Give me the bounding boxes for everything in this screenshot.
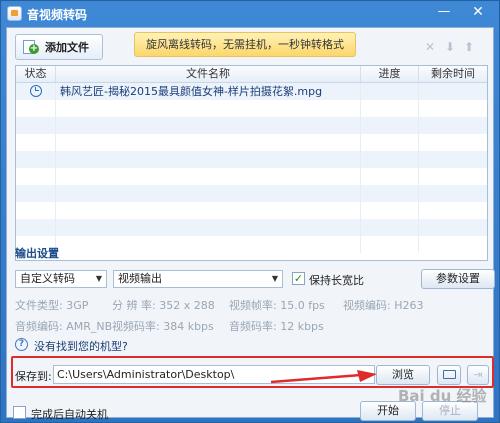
move-down-icon[interactable]: ⬇ (445, 40, 455, 54)
status-cell (16, 83, 56, 100)
table-header: 状态 文件名称 进度 剩余时间 (16, 66, 487, 83)
close-button[interactable]: ✕ (467, 3, 489, 21)
device-not-found-link[interactable]: 没有找到您的机型? (34, 338, 128, 354)
column-progress[interactable]: 进度 (361, 66, 419, 82)
file-table: 状态 文件名称 进度 剩余时间 韩风艺匠-揭秘2015最具颜值女神-样片拍摄花絮… (15, 65, 488, 261)
convert-mode-select[interactable]: 自定义转码 ▼ (15, 270, 107, 288)
output-settings-title: 输出设置 (15, 247, 59, 260)
auto-shutdown-label[interactable]: 完成后自动关机 (31, 406, 108, 422)
empty-row (16, 219, 487, 236)
empty-row (16, 185, 487, 202)
column-remaining[interactable]: 剩余时间 (419, 66, 487, 82)
window-title: 音视频转码 (27, 8, 88, 22)
output-type-value: 视频输出 (118, 272, 162, 285)
empty-row (16, 202, 487, 219)
clock-icon (30, 85, 42, 97)
param-video-bitrate: 视频码率: 384 kbps (112, 320, 214, 333)
param-audio-codec: 音频编码: AMR_NB (15, 320, 113, 333)
column-status[interactable]: 状态 (16, 66, 56, 82)
title-bar[interactable]: 音视频转码 — ✕ (1, 1, 499, 27)
empty-row (16, 134, 487, 151)
app-icon (7, 6, 22, 21)
red-arrow-annotation (270, 370, 377, 384)
param-file-type: 文件类型: 3GP (15, 299, 89, 312)
open-folder-button[interactable] (437, 365, 461, 385)
param-video-codec: 视频编码: H263 (343, 299, 424, 312)
minimize-button[interactable]: — (433, 3, 455, 21)
auto-shutdown-checkbox[interactable] (13, 406, 26, 419)
promo-banner[interactable]: 旋风离线转码，无需挂机，一秒钟转格式 (134, 32, 356, 57)
progress-cell (361, 83, 419, 100)
table-row[interactable]: 韩风艺匠-揭秘2015最具颜值女神-样片拍摄花絮.mpg (16, 83, 487, 100)
keep-ratio-checkbox[interactable]: ✓ (292, 272, 305, 285)
main-panel: + 添加文件 旋风离线转码，无需挂机，一秒钟转格式 ✕ ⬇ ⬆ 状态 文件名称 … (6, 27, 495, 421)
export-icon: ⇥ (473, 368, 483, 381)
remaining-cell (419, 83, 487, 100)
param-resolution: 分 辨 率: 352 x 288 (112, 299, 215, 312)
folder-icon (442, 370, 456, 379)
empty-row (16, 117, 487, 134)
browse-button[interactable]: 浏览 (376, 365, 430, 385)
help-icon[interactable]: ? (15, 338, 28, 351)
save-to-label: 保存到: (15, 370, 52, 383)
empty-row (16, 168, 487, 185)
column-filename[interactable]: 文件名称 (56, 66, 361, 82)
transcode-window: 音视频转码 — ✕ + 添加文件 旋风离线转码，无需挂机，一秒钟转格式 ✕ ⬇ … (0, 0, 500, 423)
add-file-button[interactable]: + 添加文件 (15, 34, 103, 60)
delete-icon[interactable]: ✕ (425, 40, 435, 54)
convert-mode-value: 自定义转码 (20, 272, 75, 285)
empty-row (16, 236, 487, 253)
open-output-button[interactable]: ⇥ (467, 365, 489, 385)
move-up-icon[interactable]: ⬆ (464, 40, 474, 54)
chevron-down-icon: ▼ (271, 274, 278, 283)
add-file-label: 添加文件 (45, 41, 89, 54)
baidu-watermark: Bai du 经验 (398, 387, 487, 405)
chevron-down-icon: ▼ (95, 274, 102, 283)
param-video-fps: 视频帧率: 15.0 fps (229, 299, 325, 312)
params-settings-button[interactable]: 参数设置 (421, 269, 495, 289)
add-file-icon: + (22, 39, 40, 55)
empty-row (16, 100, 487, 117)
param-audio-bitrate: 音频码率: 12 kbps (229, 320, 324, 333)
empty-row (16, 151, 487, 168)
filename-cell: 韩风艺匠-揭秘2015最具颜值女神-样片拍摄花絮.mpg (56, 83, 361, 100)
table-body: 韩风艺匠-揭秘2015最具颜值女神-样片拍摄花絮.mpg (16, 83, 487, 253)
output-type-select[interactable]: 视频输出 ▼ (113, 270, 283, 288)
keep-ratio-label[interactable]: 保持长宽比 (309, 272, 364, 288)
